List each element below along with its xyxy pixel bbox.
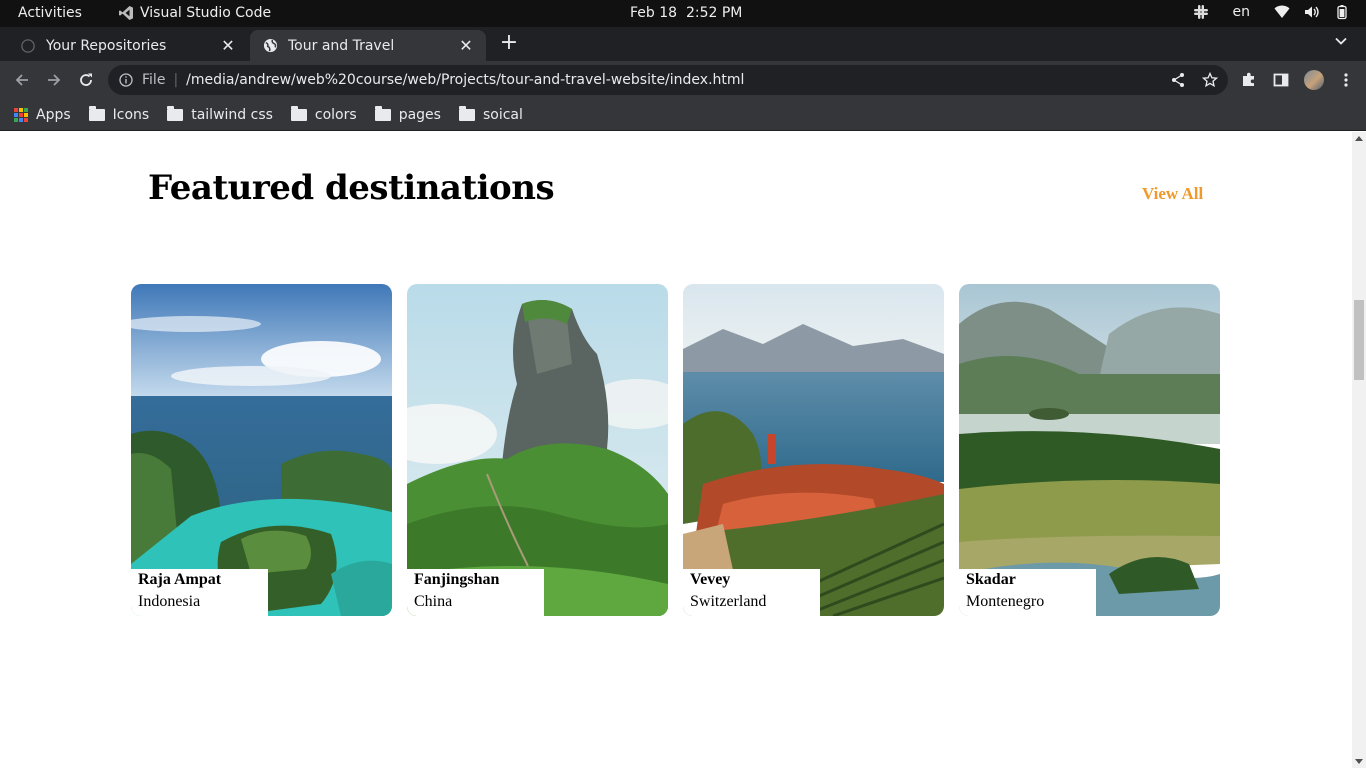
url-text[interactable]: /media/andrew/web%20course/web/Projects/… — [186, 72, 744, 88]
bookmarks-bar: Apps Icons tailwind css colors pages soi… — [0, 99, 1366, 131]
bookmark-star-icon[interactable] — [1202, 72, 1218, 88]
page-viewport: Featured destinations View All Raja Ampa… — [0, 132, 1352, 768]
tab-tour-and-travel[interactable]: Tour and Travel ✕ — [250, 30, 486, 61]
bookmark-label: Apps — [36, 106, 71, 123]
bookmark-apps[interactable]: Apps — [14, 107, 71, 123]
slack-icon — [1193, 5, 1208, 19]
more-menu-icon[interactable] — [1338, 72, 1354, 88]
bookmark-label: Icons — [112, 106, 150, 123]
scrollbar-thumb[interactable] — [1354, 300, 1364, 380]
battery-icon — [1337, 5, 1347, 20]
destination-photo — [959, 284, 1220, 616]
globe-icon — [262, 38, 278, 54]
system-top-bar: Activities Visual Studio Code Feb 18 2:5… — [0, 0, 1366, 27]
destination-card-fanjingshan[interactable]: Fanjingshan China — [407, 284, 668, 616]
destination-caption: Skadar Montenegro — [959, 569, 1096, 616]
tab-search-chevron-down-icon[interactable] — [1334, 34, 1348, 52]
folder-icon — [167, 105, 184, 121]
bookmark-label: colors — [314, 106, 357, 123]
bookmark-label: soical — [482, 106, 523, 123]
url-separator: | — [173, 72, 179, 88]
focused-app-menu[interactable]: Visual Studio Code — [118, 5, 271, 21]
folder-icon — [88, 105, 105, 121]
github-icon — [20, 38, 36, 54]
bookmark-label: pages — [398, 106, 441, 123]
destination-photo — [683, 284, 944, 616]
scroll-up-arrow-icon[interactable] — [1355, 136, 1363, 141]
tab-strip: Your Repositories ✕ Tour and Travel ✕ — [0, 27, 1366, 61]
destination-caption: Vevey Switzerland — [683, 569, 820, 616]
bookmark-label: tailwind css — [191, 106, 273, 123]
destination-country: China — [414, 593, 453, 610]
section-title: Featured destinations — [148, 168, 555, 208]
destination-caption: Raja Ampat Indonesia — [131, 569, 268, 616]
back-arrow-icon[interactable] — [12, 70, 32, 90]
clock[interactable]: Feb 18 2:52 PM — [630, 5, 742, 21]
tab-title: Tour and Travel — [288, 37, 395, 54]
profile-avatar[interactable] — [1304, 70, 1324, 90]
language-indicator[interactable]: en — [1233, 4, 1251, 20]
forward-arrow-icon[interactable] — [44, 70, 64, 90]
folder-icon — [374, 105, 391, 121]
vscode-icon — [119, 6, 133, 20]
destination-name: Raja Ampat — [138, 571, 222, 588]
new-tab-button[interactable]: + — [498, 32, 520, 54]
destination-photo — [131, 284, 392, 616]
share-icon[interactable] — [1170, 72, 1186, 88]
destination-caption: Fanjingshan China — [407, 569, 544, 616]
scroll-down-arrow-icon[interactable] — [1355, 759, 1363, 764]
bookmark-folder-soical[interactable]: soical — [458, 105, 523, 123]
activities-button[interactable]: Activities — [18, 5, 82, 21]
folder-icon — [458, 105, 475, 121]
destination-card-raja-ampat[interactable]: Raja Ampat Indonesia — [131, 284, 392, 616]
address-bar[interactable]: File | /media/andrew/web%20course/web/Pr… — [108, 65, 1228, 95]
wifi-icon — [1274, 5, 1290, 18]
side-panel-icon[interactable] — [1272, 71, 1290, 89]
page-scrollbar[interactable] — [1352, 132, 1366, 768]
folder-icon — [290, 105, 307, 121]
tab-title: Your Repositories — [46, 37, 167, 54]
destination-country: Indonesia — [138, 593, 201, 610]
site-info-icon[interactable] — [118, 72, 134, 88]
destination-name: Skadar — [966, 571, 1016, 588]
destination-photo — [407, 284, 668, 616]
system-tray[interactable]: en — [1193, 4, 1351, 20]
destination-card-vevey[interactable]: Vevey Switzerland — [683, 284, 944, 616]
destination-country: Montenegro — [966, 593, 1045, 610]
tab-your-repositories[interactable]: Your Repositories ✕ — [8, 30, 248, 61]
destination-name: Fanjingshan — [414, 571, 500, 588]
bookmark-folder-tailwind-css[interactable]: tailwind css — [167, 105, 273, 123]
destination-name: Vevey — [690, 571, 731, 588]
reload-icon[interactable] — [76, 70, 96, 90]
apps-grid-icon — [14, 107, 28, 122]
close-tab-icon[interactable]: ✕ — [220, 36, 236, 55]
extensions-puzzle-icon[interactable] — [1240, 71, 1258, 89]
view-all-link[interactable]: View All — [1142, 184, 1203, 204]
bookmark-folder-colors[interactable]: colors — [290, 105, 357, 123]
url-scheme-label: File — [142, 72, 166, 88]
destination-country: Switzerland — [690, 593, 767, 610]
volume-icon — [1305, 6, 1319, 18]
bookmark-folder-icons[interactable]: Icons — [88, 105, 150, 123]
focused-app-name: Visual Studio Code — [140, 5, 272, 21]
browser-toolbar: File | /media/andrew/web%20course/web/Pr… — [0, 61, 1366, 99]
destination-card-skadar[interactable]: Skadar Montenegro — [959, 284, 1220, 616]
bookmark-folder-pages[interactable]: pages — [374, 105, 441, 123]
close-tab-icon[interactable]: ✕ — [458, 36, 474, 55]
